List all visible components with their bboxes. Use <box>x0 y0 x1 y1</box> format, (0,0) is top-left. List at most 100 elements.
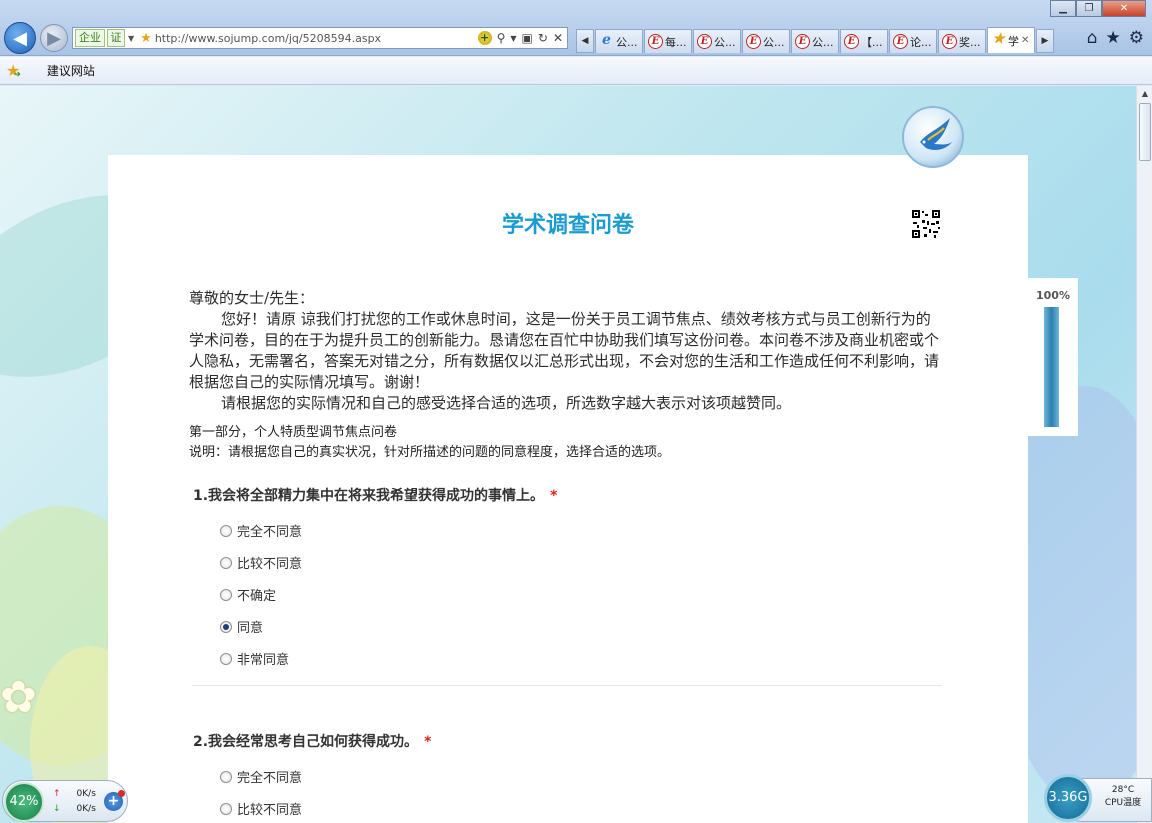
question-text: 1.我会将全部精力集中在将来我希望获得成功的事情上。 <box>193 488 545 504</box>
browser-title-bar: ▁ ❐ ✕ ◀ ▶ 企业 证 ▼ ★ http://www.sojump.com… <box>0 0 1152 56</box>
q1-option-4[interactable]: 同意 <box>220 617 263 636</box>
scroll-up-button[interactable]: ▲ <box>1137 86 1152 102</box>
tab-8[interactable]: E 奖... <box>938 29 986 53</box>
q1-option-5[interactable]: 非常同意 <box>220 649 289 668</box>
star-icon: ★ <box>992 31 1005 47</box>
back-arrow-icon: ◀ <box>13 27 27 49</box>
e-icon: E <box>746 34 761 49</box>
tab-3[interactable]: E 公... <box>693 29 741 53</box>
tab-4[interactable]: E 公... <box>742 29 790 53</box>
url-text[interactable]: http://www.sojump.com/jq/5208594.aspx <box>155 32 478 45</box>
section-title: 第一部分，个人特质型调节焦点问卷 <box>189 425 398 440</box>
tab-7[interactable]: E 论... <box>889 29 937 53</box>
q1-option-1[interactable]: 完全不同意 <box>220 521 302 540</box>
vertical-scrollbar[interactable]: ▲ <box>1136 86 1152 823</box>
radio-button[interactable] <box>220 556 232 569</box>
tab-active[interactable]: ★ 学 ✕ <box>987 27 1035 53</box>
accelerate-plus-button[interactable]: + <box>104 790 125 811</box>
compatibility-view-icon[interactable]: ▣ <box>522 31 533 45</box>
question-text: 2.我会经常思考自己如何获得成功。 <box>193 734 419 750</box>
search-icon[interactable]: ⚲ <box>497 31 506 45</box>
address-bar[interactable]: 企业 证 ▼ ★ http://www.sojump.com/jq/520859… <box>72 27 568 49</box>
favorites-icon[interactable]: ★ <box>1106 28 1121 48</box>
tab-label: 每... <box>665 35 687 49</box>
tab-5[interactable]: E 公... <box>791 29 839 53</box>
tab-label: 公... <box>763 35 785 49</box>
close-window-button[interactable]: ✕ <box>1102 0 1146 17</box>
flower-decoration-icon: ✿ <box>0 672 37 723</box>
intro-paragraph-1: 您好！请原 谅我们打扰您的工作或休息时间，这是一份关于员工调节焦点、绩效考核方式… <box>189 310 940 391</box>
download-arrow-icon: ↓ <box>53 804 61 814</box>
favorites-bar: ★ ➜ 建议网站 <box>0 57 1152 85</box>
stop-icon[interactable]: ✕ <box>553 31 563 45</box>
tab-strip: ◀ e 公... E 每... E 公... E 公... E 公... E 【... E论… <box>576 27 1054 53</box>
e-icon: E <box>942 34 957 49</box>
option-label: 比较不同意 <box>237 557 303 572</box>
tab-scroll-left-button[interactable]: ◀ <box>576 29 594 53</box>
option-label: 非常同意 <box>237 653 290 668</box>
suggested-sites-link[interactable]: 建议网站 <box>47 62 95 79</box>
e-icon: E <box>648 34 663 49</box>
cpu-monitor-widget[interactable]: 3.36G 28°C CPU温度 <box>1044 774 1152 823</box>
site-logo-bird-icon <box>902 106 964 168</box>
radio-button[interactable] <box>220 652 232 665</box>
tab-6[interactable]: E 【... <box>840 29 888 53</box>
cpu-gauge: 3.36G <box>1044 774 1092 822</box>
cpu-temp-label: CPU温度 <box>1104 798 1142 808</box>
back-button[interactable]: ◀ <box>4 22 36 54</box>
tab-label: 奖... <box>959 35 981 49</box>
cert-dropdown-icon[interactable]: ▼ <box>128 34 134 43</box>
survey-intro: 尊敬的女士/先生： 您好！请原 谅我们打扰您的工作或休息时间，这是一份关于员工调… <box>189 288 941 414</box>
page-viewport: ✿ 学术调查问卷 尊敬的女士/先生： 您好！请原 谅我们打扰您的工作或休息时间，… <box>0 86 1136 823</box>
section-header: 第一部分，个人特质型调节焦点问卷 说明：请根据您自己的真实状况，针对所描述的问题… <box>189 423 670 463</box>
option-label: 比较不同意 <box>237 803 303 818</box>
compat-icon[interactable]: + <box>477 31 492 45</box>
upload-arrow-icon: ↑ <box>53 789 61 799</box>
tab-1[interactable]: e 公... <box>595 29 643 53</box>
survey-card: 学术调查问卷 尊敬的女士/先生： 您好！请原 谅我们打扰您的工作或休息时间，这是… <box>108 155 1028 823</box>
refresh-icon[interactable]: ↻ <box>538 31 548 45</box>
scrollbar-thumb[interactable] <box>1139 103 1151 161</box>
favorite-star-icon[interactable]: ★ <box>140 31 152 46</box>
q2-option-1[interactable]: 完全不同意 <box>220 767 302 786</box>
q1-option-3[interactable]: 不确定 <box>220 585 276 604</box>
qr-code-icon[interactable] <box>911 209 941 239</box>
close-tab-icon[interactable]: ✕ <box>1021 35 1029 46</box>
download-speed: 0K/s <box>76 804 96 814</box>
progress-percent: 100% <box>1036 289 1070 302</box>
progress-track <box>1044 307 1059 427</box>
forward-button[interactable]: ▶ <box>40 24 68 52</box>
survey-title: 学术调查问卷 <box>501 213 634 238</box>
tab-label: 公... <box>616 35 638 49</box>
section-note: 说明：请根据您自己的真实状况，针对所描述的问题的同意程度，选择合适的选项。 <box>189 445 671 460</box>
enterprise-cert-badge[interactable]: 企业 <box>75 29 105 47</box>
window-controls: ▁ ❐ ✕ <box>1050 0 1146 17</box>
minimize-button[interactable]: ▁ <box>1050 0 1076 17</box>
home-icon[interactable]: ⌂ <box>1087 28 1098 48</box>
tab-2[interactable]: E 每... <box>644 29 692 53</box>
tab-scroll-right-button[interactable]: ▶ <box>1036 29 1054 53</box>
radio-button[interactable] <box>220 770 232 783</box>
required-marker: * <box>424 734 432 750</box>
cpu-temperature: 28°C <box>1111 785 1135 795</box>
cert-badge[interactable]: 证 <box>107 29 125 47</box>
forward-arrow-icon: ▶ <box>47 27 61 49</box>
tab-label: 公... <box>714 35 736 49</box>
radio-button[interactable] <box>220 588 232 601</box>
q2-option-2[interactable]: 比较不同意 <box>220 799 302 818</box>
tab-label: 【... <box>861 35 883 49</box>
q1-option-2[interactable]: 比较不同意 <box>220 553 302 572</box>
radio-button[interactable] <box>220 524 232 537</box>
add-favorite-icon[interactable]: ➜ <box>13 70 21 80</box>
radio-button-selected[interactable] <box>220 620 232 633</box>
e-icon: E <box>795 34 810 49</box>
question-divider <box>192 685 942 686</box>
e-icon: E <box>697 34 712 49</box>
network-monitor-widget[interactable]: 42% ↑ 0K/s ↓ 0K/s + <box>2 780 128 822</box>
restore-button[interactable]: ❐ <box>1076 0 1102 17</box>
e-icon: E <box>893 34 908 49</box>
radio-button[interactable] <box>220 802 232 815</box>
tools-gear-icon[interactable]: ⚙ <box>1129 28 1144 48</box>
option-label: 完全不同意 <box>237 525 303 540</box>
search-dropdown-icon[interactable]: ▼ <box>510 34 516 43</box>
